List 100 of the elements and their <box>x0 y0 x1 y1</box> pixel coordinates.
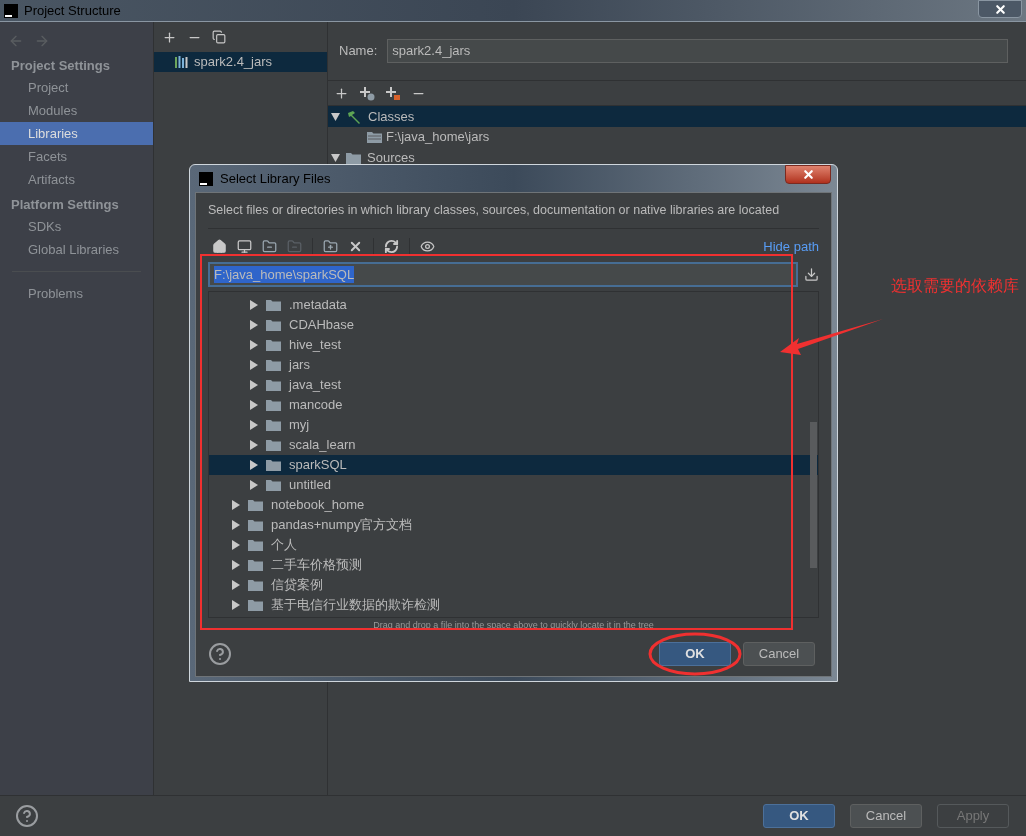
collapsed-arrow-icon[interactable] <box>231 499 240 510</box>
app-logo-icon <box>4 3 18 18</box>
collapsed-arrow-icon[interactable] <box>231 599 240 610</box>
sidebar-item[interactable]: Problems <box>0 282 153 305</box>
folder-row[interactable]: pandas+numpy官方文档 <box>209 514 818 535</box>
home-icon[interactable] <box>212 239 227 255</box>
library-item[interactable]: spark2.4_jars <box>154 52 327 72</box>
download-icon[interactable] <box>804 266 819 282</box>
folder-row[interactable]: CDAHbase <box>209 314 818 335</box>
dialog-button[interactable]: Cancel <box>743 641 815 666</box>
window-title: Project Structure <box>24 1 121 20</box>
copy-icon[interactable] <box>212 30 226 44</box>
help-icon[interactable] <box>208 641 232 666</box>
ok-button[interactable]: OK <box>763 804 835 828</box>
refresh-icon[interactable] <box>384 239 399 255</box>
expanded-arrow-icon[interactable] <box>331 111 340 122</box>
section-heading: Platform Settings <box>10 196 120 214</box>
hammer-icon <box>346 109 362 124</box>
collapsed-arrow-icon[interactable] <box>249 339 258 350</box>
close-button[interactable] <box>978 0 1022 18</box>
folder-row[interactable]: notebook_home <box>209 494 818 515</box>
collapsed-arrow-icon[interactable] <box>249 299 258 310</box>
folder-label: 二手车价格预测 <box>271 556 362 574</box>
folder-row[interactable]: myj <box>209 414 818 435</box>
collapsed-arrow-icon[interactable] <box>231 579 240 590</box>
dialog-description: Select files or directories in which library classes, sources, documentation or native libraries are located <box>208 201 819 229</box>
close-icon <box>801 168 815 181</box>
new-folder-icon[interactable] <box>323 239 338 255</box>
folder-row[interactable]: untitled <box>209 474 818 495</box>
add-icon[interactable] <box>162 29 177 45</box>
folder-row[interactable]: 信贷案例 <box>209 574 818 595</box>
folder-icon <box>266 458 281 471</box>
close-icon <box>993 2 1007 16</box>
folder-icon[interactable] <box>262 239 277 255</box>
folder-label: mancode <box>289 396 343 414</box>
folder-label: java_test <box>289 376 342 394</box>
close-button[interactable] <box>785 165 831 184</box>
folder-label: scala_learn <box>289 436 356 454</box>
hide-path-link[interactable]: Hide path <box>763 237 819 257</box>
add-jar-icon[interactable] <box>385 85 401 101</box>
collapsed-arrow-icon[interactable] <box>249 439 258 450</box>
folder-icon <box>266 338 281 351</box>
name-label: Name: <box>339 42 378 61</box>
collapsed-arrow-icon[interactable] <box>249 399 258 410</box>
folder-row[interactable]: .metadata <box>209 294 818 315</box>
folder-icon <box>248 538 263 551</box>
sidebar-item[interactable]: Global Libraries <box>0 238 153 261</box>
collapsed-arrow-icon[interactable] <box>249 359 258 370</box>
path-field[interactable]: F:\java_home\sparkSQL <box>208 261 798 287</box>
desktop-icon[interactable] <box>237 239 252 255</box>
dialog-button[interactable]: Cancel <box>850 804 922 828</box>
sidebar-item[interactable]: Project <box>0 76 153 99</box>
folder-icon <box>266 418 281 431</box>
show-hidden-icon[interactable] <box>420 239 435 255</box>
ok-button[interactable]: OK <box>659 641 731 666</box>
folder-label: myj <box>289 416 310 434</box>
expanded-arrow-icon[interactable] <box>331 152 340 163</box>
root-label: Sources <box>367 148 415 167</box>
help-icon[interactable] <box>15 804 39 828</box>
sidebar-item[interactable]: Artifacts <box>0 168 153 191</box>
add-url-icon[interactable] <box>359 85 375 101</box>
folder-label: .metadata <box>289 296 347 314</box>
collapsed-arrow-icon[interactable] <box>231 519 240 530</box>
folder-row[interactable]: 个人 <box>209 534 818 555</box>
name-field[interactable]: spark2.4_jars <box>387 39 1008 63</box>
folder-row[interactable]: java_test <box>209 374 818 395</box>
collapsed-arrow-icon[interactable] <box>249 459 258 470</box>
dialog-title: Select Library Files <box>220 169 331 188</box>
collapsed-arrow-icon[interactable] <box>231 559 240 570</box>
folder-label: sparkSQL <box>289 456 347 474</box>
sidebar-item[interactable]: Modules <box>0 99 153 122</box>
sidebar-item[interactable]: Libraries <box>0 122 153 145</box>
root-row[interactable]: Sources <box>328 147 1026 168</box>
folder-label: CDAHbase <box>289 316 355 334</box>
folder-row[interactable]: jars <box>209 354 818 375</box>
collapsed-arrow-icon[interactable] <box>231 539 240 550</box>
root-label: Classes <box>368 107 415 126</box>
folder-icon <box>266 478 281 491</box>
sidebar-item[interactable]: Facets <box>0 145 153 168</box>
sidebar-item[interactable]: SDKs <box>0 215 153 238</box>
root-path: F:\java_home\jars <box>386 128 490 147</box>
folder-label: jars <box>289 356 310 374</box>
collapsed-arrow-icon[interactable] <box>249 379 258 390</box>
folder-row[interactable]: sparkSQL <box>209 454 818 475</box>
folder-row[interactable]: 基于电信行业数据的欺诈检测 <box>209 594 818 615</box>
root-row[interactable]: Classes <box>328 106 1026 127</box>
folder-row[interactable]: hive_test <box>209 334 818 355</box>
folder-row[interactable]: mancode <box>209 394 818 415</box>
folder-icon <box>266 438 281 451</box>
scrollbar-thumb[interactable] <box>810 421 817 568</box>
collapsed-arrow-icon[interactable] <box>249 419 258 430</box>
folder-icon[interactable] <box>287 239 302 255</box>
add-icon[interactable] <box>334 85 349 101</box>
collapsed-arrow-icon[interactable] <box>249 319 258 330</box>
folder-icon <box>248 498 263 511</box>
collapsed-arrow-icon[interactable] <box>249 479 258 490</box>
folder-label: 个人 <box>271 536 297 554</box>
folder-row[interactable]: scala_learn <box>209 434 818 455</box>
folder-label: 基于电信行业数据的欺诈检测 <box>271 596 440 614</box>
folder-row[interactable]: 二手车价格预测 <box>209 554 818 575</box>
